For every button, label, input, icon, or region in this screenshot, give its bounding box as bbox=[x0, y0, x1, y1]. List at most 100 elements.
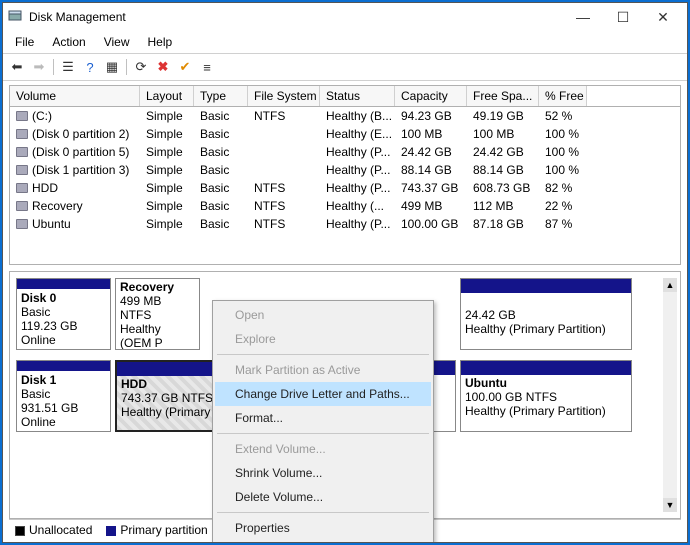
volume-free: 608.73 GB bbox=[467, 179, 539, 197]
context-menu-item[interactable]: Shrink Volume... bbox=[215, 461, 431, 485]
volume-free: 88.14 GB bbox=[467, 161, 539, 179]
settings-icon[interactable]: ≡ bbox=[197, 57, 217, 77]
maximize-button[interactable]: ☐ bbox=[603, 3, 643, 31]
volume-name: (Disk 1 partition 3) bbox=[32, 163, 129, 177]
volume-pctfree: 22 % bbox=[539, 197, 587, 215]
disk-header[interactable]: Disk 1Basic931.51 GBOnline bbox=[16, 360, 111, 432]
volume-list[interactable]: Volume Layout Type File System Status Ca… bbox=[9, 85, 681, 265]
partition-status: Healthy (Primary Partition) bbox=[465, 404, 606, 418]
volume-fs bbox=[248, 143, 320, 161]
close-button[interactable]: ✕ bbox=[643, 3, 683, 31]
menu-action[interactable]: Action bbox=[46, 33, 91, 51]
toolbar-separator bbox=[53, 59, 54, 75]
volume-pctfree: 87 % bbox=[539, 215, 587, 233]
title-bar[interactable]: Disk Management — ☐ ✕ bbox=[3, 3, 687, 31]
table-row[interactable]: UbuntuSimpleBasicNTFSHealthy (P...100.00… bbox=[10, 215, 680, 233]
table-row[interactable]: HDDSimpleBasicNTFSHealthy (P...743.37 GB… bbox=[10, 179, 680, 197]
back-icon[interactable]: ⬅ bbox=[7, 57, 27, 77]
disk-label: Disk 0 bbox=[21, 291, 56, 305]
col-pctfree[interactable]: % Free bbox=[539, 86, 587, 106]
context-menu-item[interactable]: Change Drive Letter and Paths... bbox=[215, 382, 431, 406]
disk-size: 931.51 GB bbox=[21, 401, 78, 415]
col-volume[interactable]: Volume bbox=[10, 86, 140, 106]
context-menu-item[interactable]: Delete Volume... bbox=[215, 485, 431, 509]
volume-free: 49.19 GB bbox=[467, 107, 539, 125]
table-row[interactable]: (Disk 0 partition 2)SimpleBasicHealthy (… bbox=[10, 125, 680, 143]
menu-view[interactable]: View bbox=[98, 33, 136, 51]
volume-layout: Simple bbox=[140, 161, 194, 179]
context-menu-item[interactable]: Format... bbox=[215, 406, 431, 430]
scrollbar[interactable]: ▲ ▼ bbox=[663, 278, 677, 512]
view-graphical-icon[interactable]: ▦ bbox=[102, 57, 122, 77]
drive-icon bbox=[16, 219, 28, 229]
disk-status: Online bbox=[21, 415, 56, 429]
view-list-icon[interactable]: ☰ bbox=[58, 57, 78, 77]
help-icon[interactable]: ? bbox=[80, 57, 100, 77]
context-menu-separator bbox=[217, 354, 429, 355]
volume-fs: NTFS bbox=[248, 179, 320, 197]
column-headers[interactable]: Volume Layout Type File System Status Ca… bbox=[10, 86, 680, 107]
volume-capacity: 88.14 GB bbox=[395, 161, 467, 179]
context-menu-item: Extend Volume... bbox=[215, 437, 431, 461]
col-layout[interactable]: Layout bbox=[140, 86, 194, 106]
volume-status: Healthy (... bbox=[320, 197, 395, 215]
partition-block[interactable]: Recovery499 MB NTFSHealthy (OEM P bbox=[115, 278, 200, 350]
disk-header-stripe bbox=[17, 361, 110, 371]
table-row[interactable]: RecoverySimpleBasicNTFSHealthy (...499 M… bbox=[10, 197, 680, 215]
col-free[interactable]: Free Spa... bbox=[467, 86, 539, 106]
table-row[interactable]: (C:)SimpleBasicNTFSHealthy (B...94.23 GB… bbox=[10, 107, 680, 125]
forward-icon[interactable]: ➡ bbox=[29, 57, 49, 77]
delete-icon[interactable]: ✖ bbox=[153, 57, 173, 77]
partition-block[interactable]: 24.42 GBHealthy (Primary Partition) bbox=[460, 278, 632, 350]
context-menu-item[interactable]: Properties bbox=[215, 516, 431, 540]
table-row[interactable]: (Disk 1 partition 3)SimpleBasicHealthy (… bbox=[10, 161, 680, 179]
col-type[interactable]: Type bbox=[194, 86, 248, 106]
refresh-icon[interactable]: ⟳ bbox=[131, 57, 151, 77]
menu-file[interactable]: File bbox=[9, 33, 40, 51]
disk-label: Disk 1 bbox=[21, 373, 56, 387]
volume-free: 87.18 GB bbox=[467, 215, 539, 233]
volume-free: 100 MB bbox=[467, 125, 539, 143]
volume-layout: Simple bbox=[140, 125, 194, 143]
disk-status: Online bbox=[21, 333, 56, 347]
volume-free: 112 MB bbox=[467, 197, 539, 215]
drive-icon bbox=[16, 147, 28, 157]
volume-status: Healthy (E... bbox=[320, 125, 395, 143]
volume-type: Basic bbox=[194, 197, 248, 215]
partition-status: Healthy (OEM P bbox=[120, 322, 163, 350]
minimize-button[interactable]: — bbox=[563, 3, 603, 31]
disk-header-stripe bbox=[17, 279, 110, 289]
menu-help[interactable]: Help bbox=[142, 33, 179, 51]
volume-type: Basic bbox=[194, 161, 248, 179]
check-icon[interactable]: ✔ bbox=[175, 57, 195, 77]
col-capacity[interactable]: Capacity bbox=[395, 86, 467, 106]
col-status[interactable]: Status bbox=[320, 86, 395, 106]
primary-swatch-icon bbox=[106, 526, 116, 536]
col-filesystem[interactable]: File System bbox=[248, 86, 320, 106]
volume-status: Healthy (P... bbox=[320, 143, 395, 161]
app-icon bbox=[7, 9, 23, 25]
volume-pctfree: 100 % bbox=[539, 125, 587, 143]
context-menu[interactable]: OpenExploreMark Partition as ActiveChang… bbox=[212, 300, 434, 542]
table-row[interactable]: (Disk 0 partition 5)SimpleBasicHealthy (… bbox=[10, 143, 680, 161]
partition-block[interactable]: Ubuntu100.00 GB NTFSHealthy (Primary Par… bbox=[460, 360, 632, 432]
volume-free: 24.42 GB bbox=[467, 143, 539, 161]
disk-size: 119.23 GB bbox=[21, 319, 77, 333]
toolbar: ⬅ ➡ ☰ ? ▦ ⟳ ✖ ✔ ≡ bbox=[3, 54, 687, 81]
volume-fs bbox=[248, 125, 320, 143]
volume-capacity: 94.23 GB bbox=[395, 107, 467, 125]
partition-stripe bbox=[461, 361, 631, 375]
scroll-up-icon[interactable]: ▲ bbox=[663, 278, 677, 292]
drive-icon bbox=[16, 183, 28, 193]
partition-size: 499 MB NTFS bbox=[120, 294, 161, 322]
volume-capacity: 499 MB bbox=[395, 197, 467, 215]
volume-status: Healthy (P... bbox=[320, 215, 395, 233]
volume-type: Basic bbox=[194, 143, 248, 161]
volume-capacity: 100 MB bbox=[395, 125, 467, 143]
volume-name: HDD bbox=[32, 181, 58, 195]
scroll-down-icon[interactable]: ▼ bbox=[663, 498, 677, 512]
partition-size: 24.42 GB bbox=[465, 308, 516, 322]
drive-icon bbox=[16, 129, 28, 139]
disk-header[interactable]: Disk 0Basic119.23 GBOnline bbox=[16, 278, 111, 350]
window-title: Disk Management bbox=[29, 10, 563, 24]
